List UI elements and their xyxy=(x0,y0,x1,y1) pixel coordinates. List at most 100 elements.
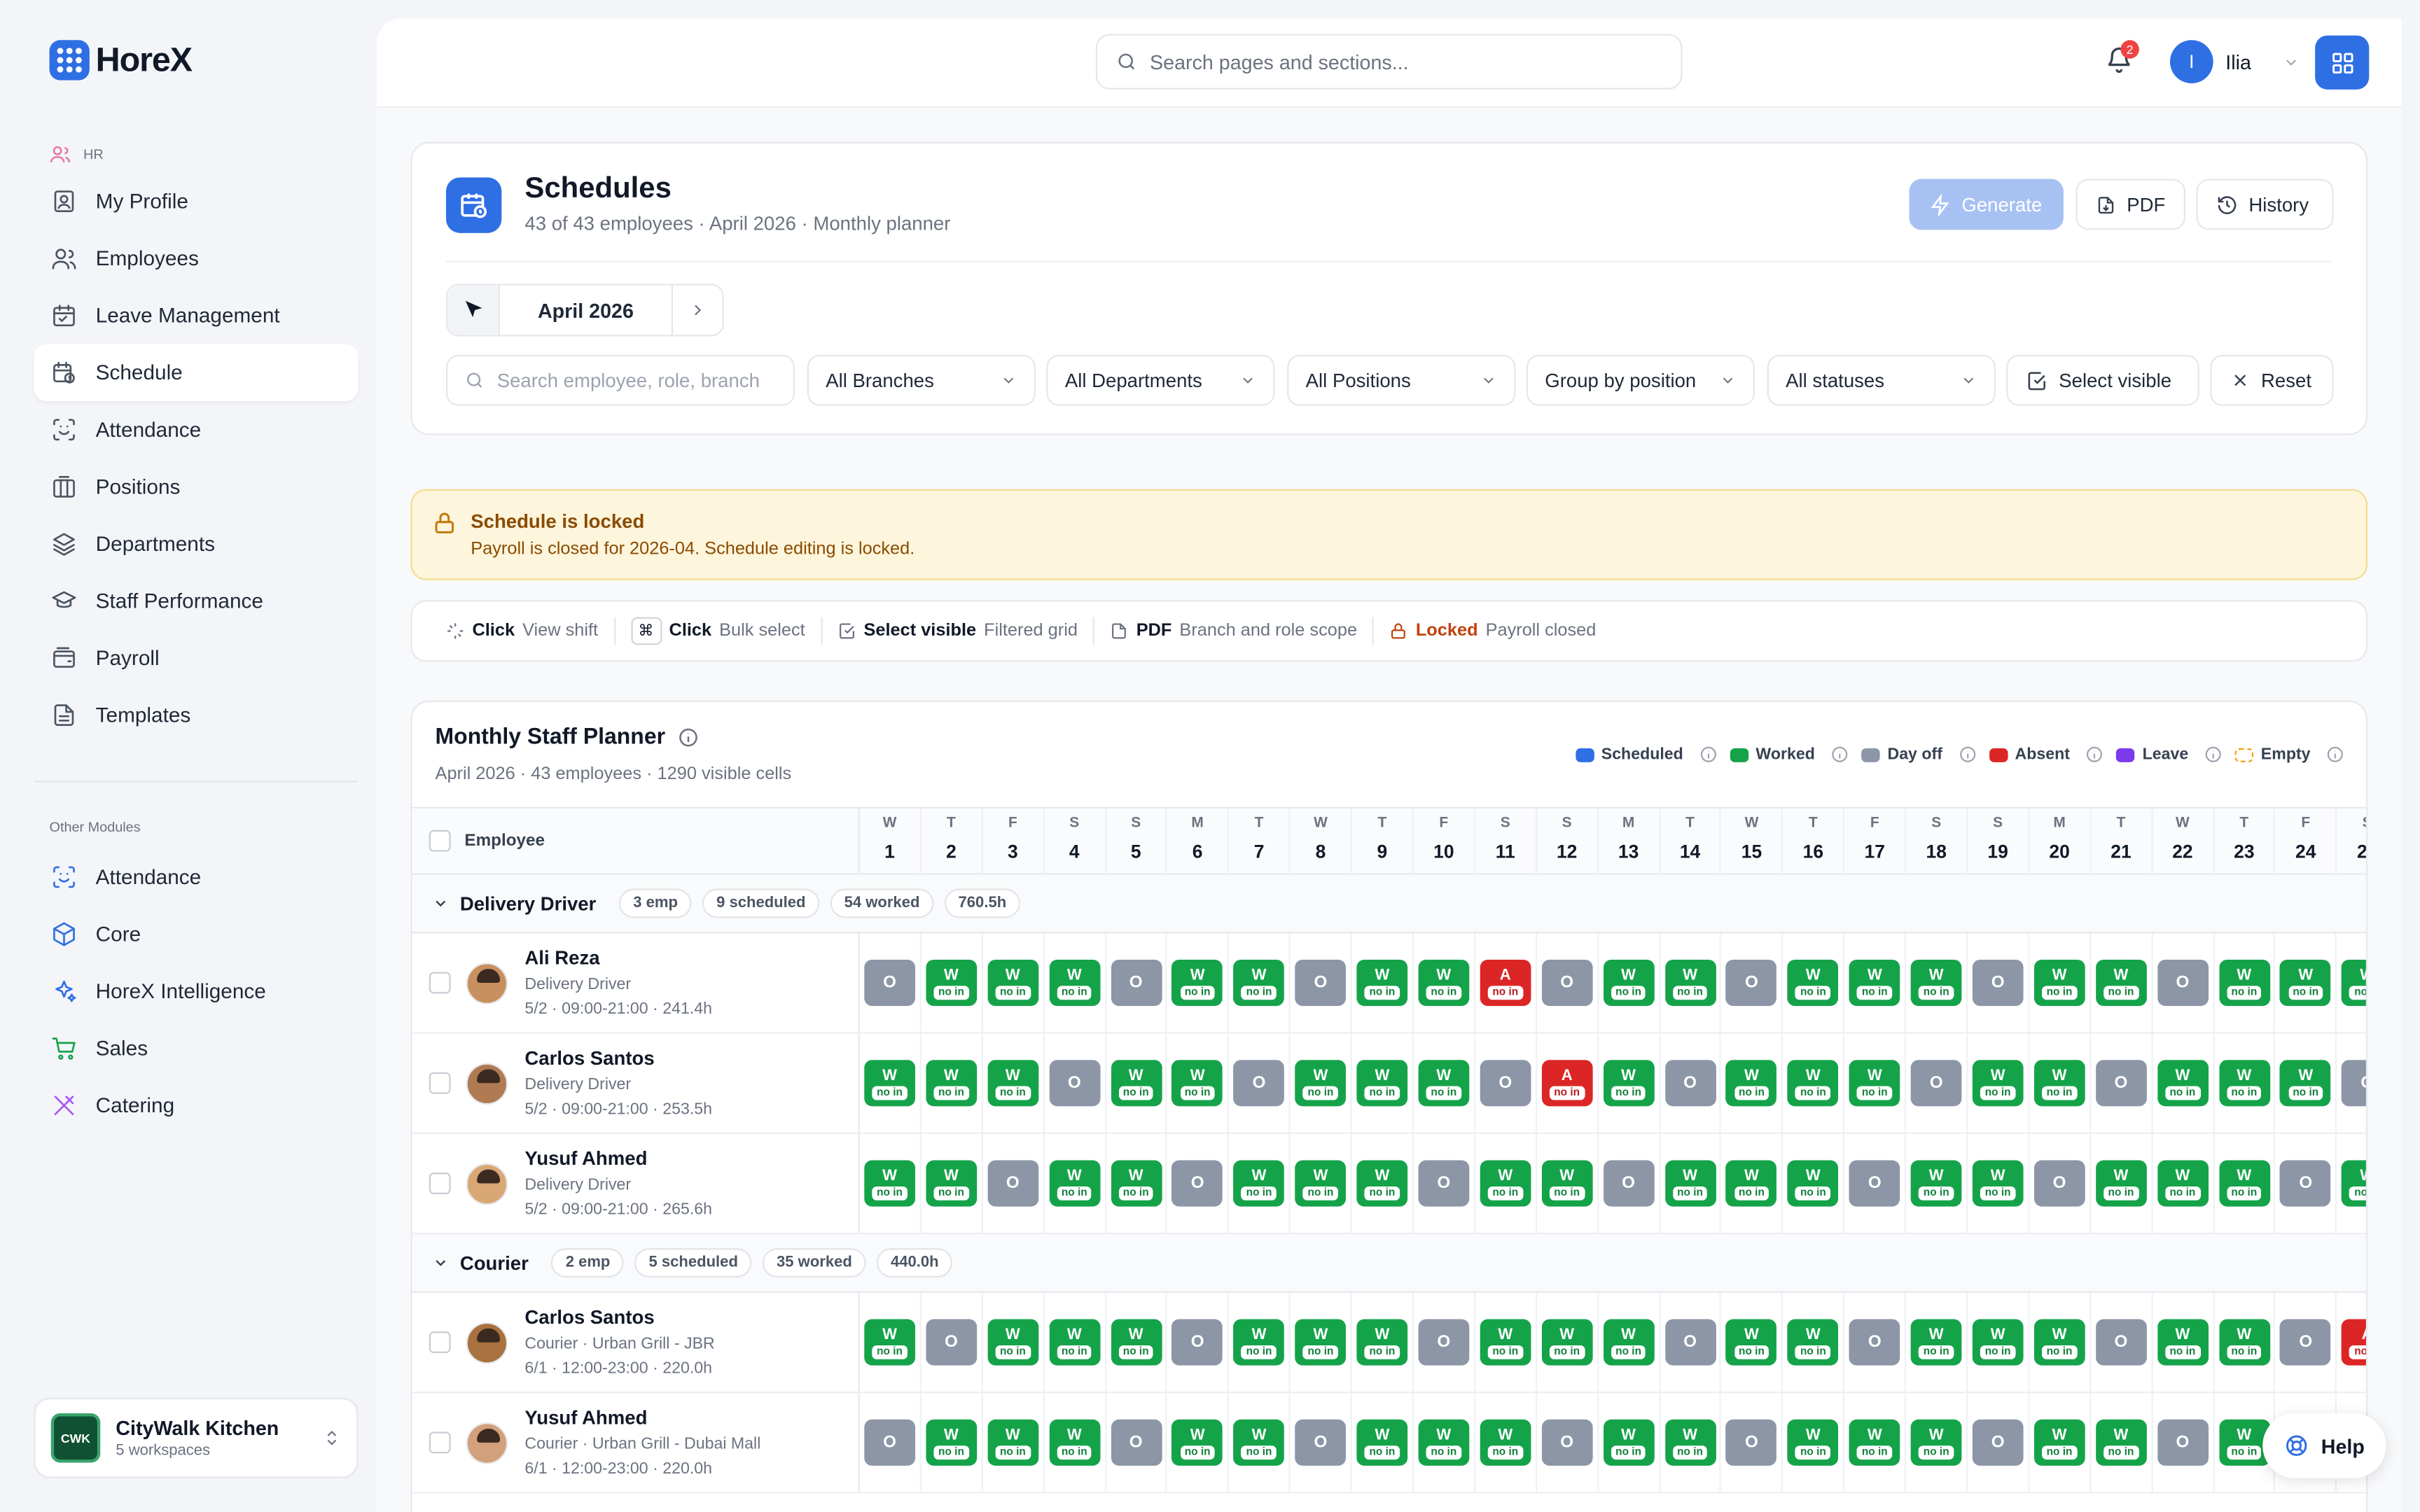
day-off-chip[interactable]: O xyxy=(1418,1319,1470,1366)
worked-chip[interactable]: Wno in xyxy=(1541,1319,1593,1366)
shift-cell[interactable]: Wno in xyxy=(860,1033,922,1133)
shift-cell[interactable]: Wno in xyxy=(860,1134,922,1233)
worked-chip[interactable]: Wno in xyxy=(1788,959,1839,1007)
sidebar-item-staff-performance[interactable]: Staff Performance xyxy=(34,573,358,630)
shift-cell[interactable]: Wno in xyxy=(2091,1393,2153,1492)
sidebar-item-leave-management[interactable]: Leave Management xyxy=(34,287,358,344)
shift-cell[interactable]: O xyxy=(1660,1293,1722,1392)
worked-chip[interactable]: Wno in xyxy=(2218,1419,2270,1466)
worked-chip[interactable]: Wno in xyxy=(1480,1419,1531,1466)
shift-cell[interactable]: O xyxy=(1722,1393,1783,1492)
day-off-chip[interactable]: O xyxy=(1418,1160,1470,1207)
shift-cell[interactable]: Wno in xyxy=(1599,933,1660,1032)
shift-cell[interactable]: Wno in xyxy=(1352,933,1414,1032)
worked-chip[interactable]: Wno in xyxy=(1910,1319,1962,1366)
info-icon[interactable] xyxy=(2326,746,2344,764)
shift-cell[interactable]: Wno in xyxy=(2029,1293,2092,1392)
shift-cell[interactable]: Wno in xyxy=(1722,1293,1783,1392)
shift-cell[interactable]: Wno in xyxy=(2337,1134,2366,1233)
worked-chip[interactable]: Wno in xyxy=(2033,959,2085,1007)
employee-search-input[interactable]: Search employee, role, branch xyxy=(445,354,795,406)
worked-chip[interactable]: Wno in xyxy=(1048,1419,1100,1466)
worked-chip[interactable]: Wno in xyxy=(1849,1419,1900,1466)
worked-chip[interactable]: Wno in xyxy=(1726,1160,1777,1207)
day-off-chip[interactable]: O xyxy=(2095,1060,2147,1107)
shift-cell[interactable]: Wno in xyxy=(1722,1134,1783,1233)
worked-chip[interactable]: Wno in xyxy=(1603,1419,1654,1466)
shift-cell[interactable]: Wno in xyxy=(2029,1393,2092,1492)
shift-cell[interactable]: Wno in xyxy=(1660,1134,1722,1233)
day-off-chip[interactable]: O xyxy=(2342,1060,2366,1107)
employee-name[interactable]: Yusuf Ahmed xyxy=(524,1407,760,1429)
row-checkbox[interactable] xyxy=(429,1432,451,1454)
row-checkbox[interactable] xyxy=(429,1331,451,1353)
reset-button[interactable]: Reset xyxy=(2210,354,2334,406)
shift-cell[interactable]: O xyxy=(1844,1293,1907,1392)
shift-cell[interactable]: Wno in xyxy=(1968,1293,2030,1392)
status-select[interactable]: All statuses xyxy=(1767,354,1996,406)
worked-chip[interactable]: Wno in xyxy=(1233,1419,1285,1466)
row-checkbox[interactable] xyxy=(429,972,451,994)
shift-cell[interactable]: Wno in xyxy=(1722,1033,1783,1133)
shift-cell[interactable]: Wno in xyxy=(1229,1134,1291,1233)
worked-chip[interactable]: Wno in xyxy=(1356,959,1408,1007)
worked-chip[interactable]: Wno in xyxy=(864,1060,915,1107)
shift-cell[interactable]: Wno in xyxy=(1167,1033,1230,1133)
shift-cell[interactable]: Wno in xyxy=(1044,933,1106,1032)
shift-cell[interactable]: Wno in xyxy=(2337,933,2366,1032)
day-off-chip[interactable]: O xyxy=(1110,959,1162,1007)
shift-cell[interactable]: Wno in xyxy=(1106,1033,1168,1133)
shift-cell[interactable]: Wno in xyxy=(2153,1033,2214,1133)
worked-chip[interactable]: Wno in xyxy=(1171,1419,1223,1466)
next-month-button[interactable] xyxy=(671,285,723,335)
absent-chip[interactable]: Ano in xyxy=(1480,959,1531,1007)
worked-chip[interactable]: Wno in xyxy=(2157,1060,2209,1107)
shift-cell[interactable]: O xyxy=(1968,933,2030,1032)
shift-cell[interactable]: Wno in xyxy=(1352,1033,1414,1133)
worked-chip[interactable]: Wno in xyxy=(1048,1319,1100,1366)
worked-chip[interactable]: Wno in xyxy=(1295,1319,1347,1366)
worked-chip[interactable]: Wno in xyxy=(987,1060,1038,1107)
sidebar-item-attendance[interactable]: Attendance xyxy=(34,401,358,458)
worked-chip[interactable]: Wno in xyxy=(1295,1160,1347,1207)
shift-cell[interactable]: O xyxy=(1167,1134,1230,1233)
day-off-chip[interactable]: O xyxy=(2095,1319,2147,1366)
worked-chip[interactable]: Wno in xyxy=(2095,1419,2147,1466)
sidebar-item-core[interactable]: Core xyxy=(34,906,358,963)
shift-cell[interactable]: Wno in xyxy=(1414,1033,1475,1133)
group-header[interactable]: Courier 2 emp 5 scheduled 35 worked 440.0h xyxy=(412,1234,2366,1294)
info-icon[interactable] xyxy=(1699,746,1717,764)
worked-chip[interactable]: Wno in xyxy=(1295,1060,1347,1107)
day-off-chip[interactable]: O xyxy=(1910,1060,1962,1107)
sidebar-item-employees[interactable]: Employees xyxy=(34,230,358,287)
worked-chip[interactable]: Wno in xyxy=(1171,1060,1223,1107)
worked-chip[interactable]: Wno in xyxy=(1664,959,1716,1007)
worked-chip[interactable]: Wno in xyxy=(1603,959,1654,1007)
shift-cell[interactable]: Wno in xyxy=(2276,1033,2337,1133)
shift-cell[interactable]: O xyxy=(1291,1393,1353,1492)
worked-chip[interactable]: Wno in xyxy=(1356,1419,1408,1466)
worked-chip[interactable]: Wno in xyxy=(1910,1419,1962,1466)
day-off-chip[interactable]: O xyxy=(1726,959,1777,1007)
shift-cell[interactable]: Wno in xyxy=(1906,1134,1968,1233)
shift-cell[interactable]: Wno in xyxy=(983,1393,1045,1492)
shift-cell[interactable]: Wno in xyxy=(1352,1293,1414,1392)
shift-cell[interactable]: Wno in xyxy=(983,1033,1045,1133)
shift-cell[interactable]: O xyxy=(1968,1393,2030,1492)
shift-cell[interactable]: Wno in xyxy=(1044,1134,1106,1233)
shift-cell[interactable]: Wno in xyxy=(983,933,1045,1032)
worked-chip[interactable]: Wno in xyxy=(1726,1060,1777,1107)
day-off-chip[interactable]: O xyxy=(1480,1060,1531,1107)
shift-cell[interactable]: O xyxy=(1844,1134,1907,1233)
worked-chip[interactable]: Wno in xyxy=(926,959,977,1007)
day-off-chip[interactable]: O xyxy=(1171,1160,1223,1207)
shift-cell[interactable]: O xyxy=(1537,933,1599,1032)
worked-chip[interactable]: Wno in xyxy=(2095,1160,2147,1207)
shift-cell[interactable]: Wno in xyxy=(1414,1393,1475,1492)
shift-cell[interactable]: O xyxy=(2276,1293,2337,1392)
shift-cell[interactable]: Wno in xyxy=(1537,1134,1599,1233)
shift-cell[interactable]: Wno in xyxy=(1906,1393,1968,1492)
day-off-chip[interactable]: O xyxy=(864,959,915,1007)
worked-chip[interactable]: Wno in xyxy=(1788,1160,1839,1207)
shift-cell[interactable]: Wno in xyxy=(1599,1293,1660,1392)
